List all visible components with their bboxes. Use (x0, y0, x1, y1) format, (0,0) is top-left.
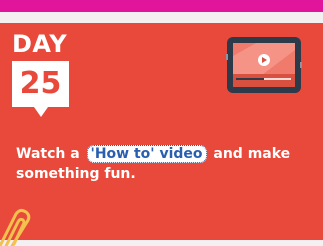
caption-lead: Watch a (16, 146, 85, 162)
how-to-video-link[interactable]: 'How to' video (86, 145, 207, 163)
top-accent-bar (0, 0, 323, 12)
day-number-badge: 25 (12, 61, 69, 117)
play-icon (258, 54, 270, 66)
day-label: DAY (12, 30, 68, 58)
paperclip-icon (0, 208, 31, 246)
advent-card: DAY 25 Watch a 'How to' video and make s… (0, 23, 323, 246)
day-number: 25 (19, 66, 62, 101)
activity-caption: Watch a 'How to' video and make somethin… (16, 144, 316, 184)
video-tablet-icon (226, 37, 302, 93)
top-spacer (0, 12, 323, 23)
